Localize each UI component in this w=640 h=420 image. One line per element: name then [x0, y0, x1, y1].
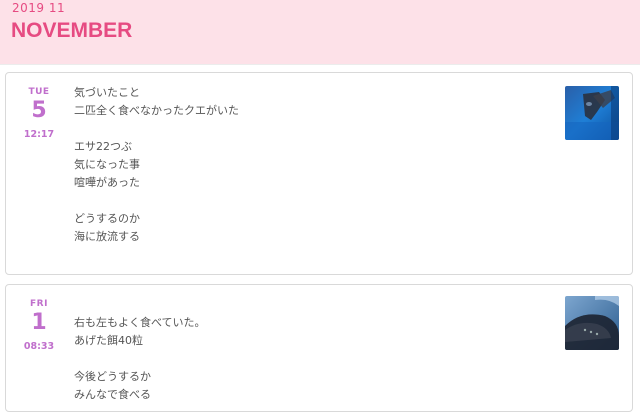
fish-photo-icon — [565, 86, 619, 140]
entry-day: 5 — [31, 98, 47, 123]
entry-line: 喧嘩があった — [74, 176, 140, 189]
entry-line: 気づいたこと — [74, 86, 140, 99]
entry-line: エサ22つぶ — [74, 140, 132, 153]
header-divider — [0, 64, 640, 65]
entry-weekday: TUE — [28, 87, 50, 97]
entry-photo-thumbnail[interactable] — [565, 296, 619, 350]
entry-line: 右も左もよく食べていた。 — [74, 316, 206, 329]
entry-line: みんなで食べる — [74, 388, 151, 401]
diary-entry[interactable]: TUE 5 12:17 気づいたこと 二匹全く食べなかったクエがいた エサ22つ… — [5, 72, 633, 275]
entry-line: どうするのか — [74, 212, 140, 225]
entry-body: 気づいたこと 二匹全く食べなかったクエがいた エサ22つぶ 気になった事 喧嘩が… — [74, 84, 544, 246]
entry-weekday: FRI — [30, 299, 48, 309]
entry-body: 右も左もよく食べていた。 あげた餌40粒 今後どうするか みんなで食べる — [74, 314, 544, 404]
month-title: NOVEMBER — [11, 19, 133, 42]
entry-blank-line — [74, 350, 544, 368]
entry-time: 08:33 — [23, 341, 55, 352]
entry-blank-line — [74, 192, 544, 210]
entry-line: 二匹全く食べなかったクエがいた — [74, 104, 239, 117]
entry-line: あげた餌40粒 — [74, 334, 143, 347]
fish-photo-icon — [565, 296, 619, 350]
diary-entry[interactable]: FRI 1 08:33 右も左もよく食べていた。 あげた餌40粒 今後どうするか… — [5, 284, 633, 412]
entry-blank-line — [74, 120, 544, 138]
entry-photo-thumbnail[interactable] — [565, 86, 619, 140]
entry-day: 1 — [31, 310, 47, 335]
entry-line: 気になった事 — [74, 158, 140, 171]
entry-line: 今後どうするか — [74, 370, 151, 383]
month-year-label: 2019 11 — [12, 1, 66, 15]
entry-time: 12:17 — [23, 129, 55, 140]
month-header: 2019 11 NOVEMBER — [0, 0, 640, 64]
entry-line: 海に放流する — [74, 230, 140, 243]
